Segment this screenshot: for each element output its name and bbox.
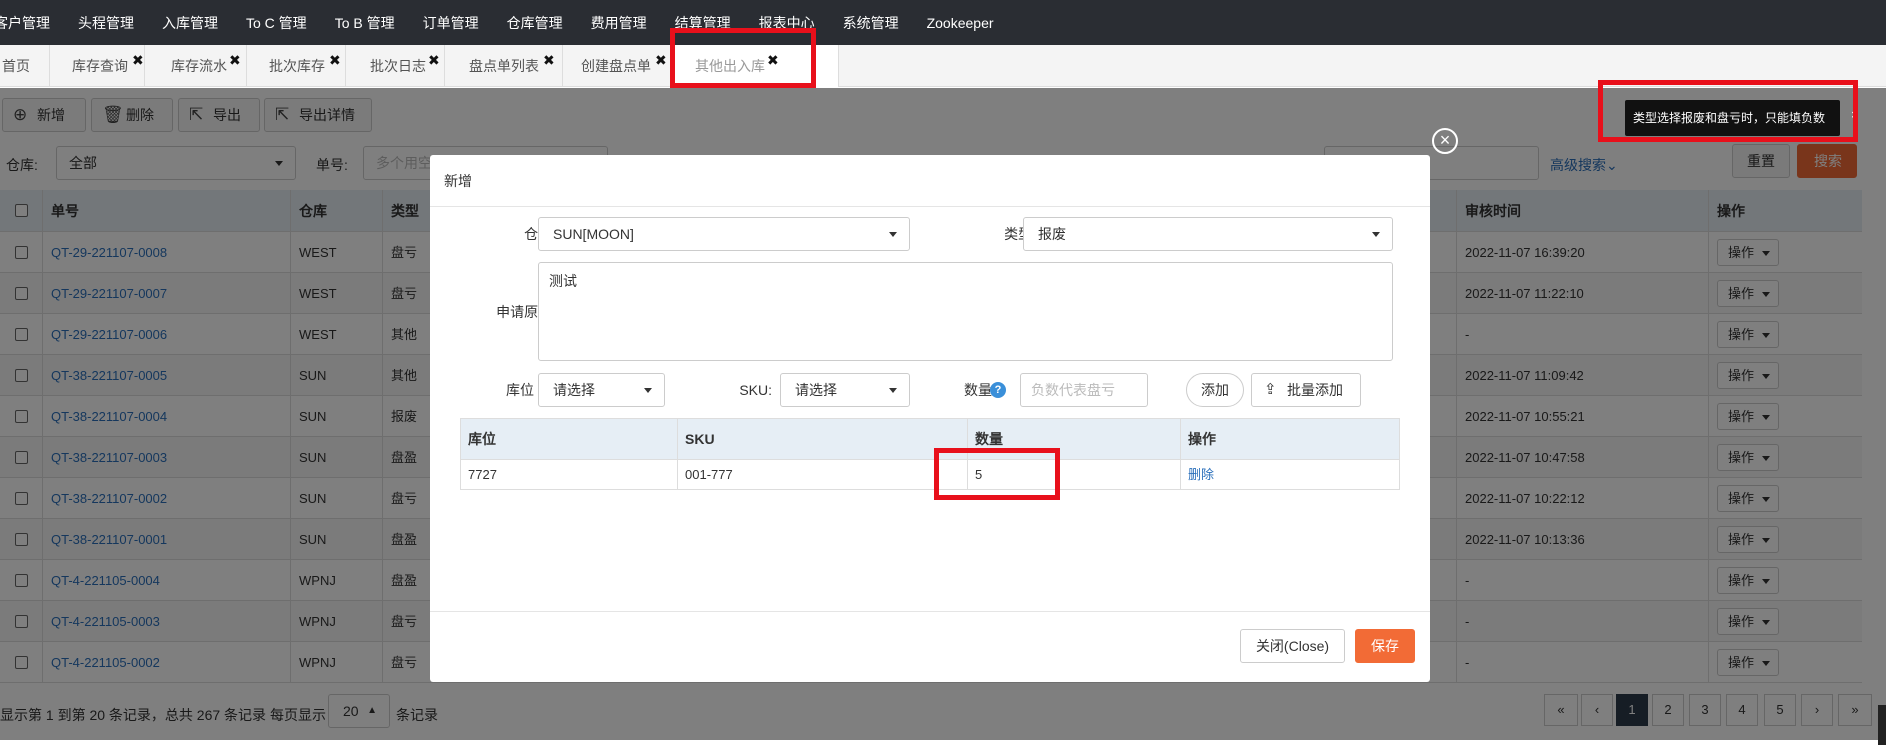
item-table-header: 库位 SKU 数量 操作 [461, 419, 1399, 460]
nav-item[interactable]: To B 管理 [335, 13, 395, 33]
cell-sku: 001-777 [677, 460, 967, 489]
table-row: 7727 001-777 5 删除 [461, 460, 1399, 489]
tab-label: 库存查询 [72, 58, 128, 74]
select-value: 请选择 [795, 382, 837, 398]
tab-stocktake-list[interactable]: 盘点单列表 ✖ [445, 45, 563, 87]
col-location: 库位 [468, 431, 496, 447]
close-icon[interactable]: ✖ [229, 39, 241, 81]
upload-icon: ⇪ [1264, 381, 1277, 398]
tab-label: 批次库存 [269, 58, 325, 74]
tab-inventory-flow[interactable]: 库存流水 ✖ [145, 45, 247, 87]
modal-type-select[interactable]: 报废 [1023, 217, 1393, 251]
nav-item[interactable]: 订单管理 [423, 13, 479, 33]
tab-batch-inventory[interactable]: 批次库存 ✖ [247, 45, 346, 87]
tab-label: 创建盘点单 [581, 58, 651, 74]
nav-item[interactable]: 仓库管理 [507, 13, 563, 33]
col-op: 操作 [1180, 419, 1400, 459]
modal-qty-label: 数量 [964, 382, 992, 398]
tab-home[interactable]: 首页 [0, 45, 50, 87]
modal-location-label: 库位 [506, 382, 534, 398]
tab-inventory-query[interactable]: 库存查询 ✖ [50, 45, 145, 87]
close-icon[interactable]: ✖ [543, 39, 555, 81]
highlight-box-qty [934, 448, 1060, 500]
modal-sku-label: SKU: [739, 382, 772, 398]
caret-down-icon [889, 232, 897, 237]
caret-down-icon [1372, 232, 1380, 237]
page-bottom-strip [0, 740, 1886, 752]
tab-label: 批次日志 [370, 58, 426, 74]
modal-location-select[interactable]: 请选择 [538, 373, 665, 407]
nav-item[interactable]: Zookeeper [927, 15, 994, 31]
nav-item[interactable]: 入库管理 [162, 13, 218, 33]
scrollbar-thumb[interactable] [1878, 705, 1886, 745]
add-item-button[interactable]: 添加 [1186, 373, 1244, 407]
close-icon[interactable]: ✖ [428, 39, 440, 81]
cell-location: 7727 [468, 467, 497, 482]
modal-sku-select[interactable]: 请选择 [780, 373, 910, 407]
nav-item[interactable]: To C 管理 [246, 13, 307, 33]
select-value: SUN[MOON] [553, 226, 634, 242]
button-label: 批量添加 [1287, 382, 1343, 398]
modal-footer: 关闭(Close) 保存 [430, 611, 1430, 682]
modal-close-icon[interactable]: × [1432, 128, 1458, 154]
col-sku: SKU [677, 419, 967, 459]
tab-create-stocktake[interactable]: 创建盘点单 ✖ [563, 45, 675, 87]
caret-down-icon [644, 388, 652, 393]
add-modal: 新增 仓库: SUN[MOON] 类型: 报废 申请原因: 测试 库位 请选择 … [430, 155, 1430, 682]
close-button[interactable]: 关闭(Close) [1240, 629, 1345, 663]
batch-add-button[interactable]: ⇪ 批量添加 [1251, 373, 1361, 407]
delete-item-link[interactable]: 删除 [1180, 460, 1400, 489]
caret-down-icon [889, 388, 897, 393]
tab-batch-log[interactable]: 批次日志 ✖ [346, 45, 445, 87]
highlight-box-toast [1598, 80, 1858, 142]
highlight-box-tab [670, 28, 816, 88]
modal-reason-textarea[interactable]: 测试 [538, 262, 1393, 361]
item-table: 库位 SKU 数量 操作 7727 001-777 5 删除 [460, 418, 1400, 490]
modal-title: 新增 [444, 173, 472, 189]
save-button[interactable]: 保存 [1355, 629, 1415, 663]
modal-qty-input[interactable]: 负数代表盘亏 [1020, 373, 1148, 407]
modal-warehouse-select[interactable]: SUN[MOON] [538, 217, 910, 251]
modal-header: 新增 [430, 155, 1430, 207]
close-icon[interactable]: ✖ [655, 39, 667, 81]
nav-item[interactable]: 费用管理 [591, 13, 647, 33]
close-icon[interactable]: ✖ [132, 39, 144, 81]
tab-label: 首页 [2, 58, 30, 74]
select-value: 报废 [1038, 226, 1066, 242]
close-icon[interactable]: ✖ [329, 39, 341, 81]
tab-label: 盘点单列表 [469, 58, 539, 74]
tab-label: 库存流水 [171, 58, 227, 74]
select-value: 请选择 [553, 382, 595, 398]
help-icon[interactable]: ? [990, 382, 1006, 398]
nav-item[interactable]: 头程管理 [78, 13, 134, 33]
nav-item[interactable]: 系统管理 [843, 13, 899, 33]
nav-item[interactable]: 客户管理 [0, 13, 50, 33]
top-nav: 客户管理 头程管理 入库管理 To C 管理 To B 管理 订单管理 仓库管理 费用管理 结算… [0, 0, 1886, 45]
